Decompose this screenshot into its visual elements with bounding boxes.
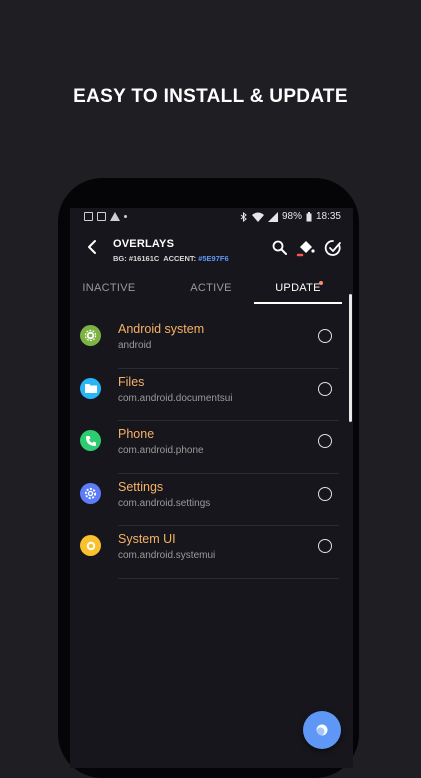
package-name: android xyxy=(118,340,152,351)
app-name: Android system xyxy=(118,322,205,336)
notification-dot xyxy=(319,281,323,285)
app-name: Phone xyxy=(118,427,155,441)
system-ui-icon xyxy=(80,535,101,556)
dot-icon xyxy=(124,215,127,218)
select-radio[interactable] xyxy=(318,486,332,501)
select-radio[interactable] xyxy=(318,434,332,448)
paint-bucket-icon[interactable] xyxy=(296,238,316,258)
select-all-icon[interactable] xyxy=(323,238,343,258)
status-bar: 98% 18:35 xyxy=(70,208,353,228)
list-item[interactable]: Phone com.android.phone xyxy=(70,421,353,474)
headline: EASY TO INSTALL & UPDATE xyxy=(73,86,348,107)
app-name: Files xyxy=(118,374,145,389)
wifi-icon xyxy=(251,212,264,222)
select-radio[interactable] xyxy=(318,381,332,396)
list-item[interactable]: Files com.android.documentsui xyxy=(70,369,353,421)
battery-icon xyxy=(306,211,312,221)
package-name: com.android.documentsui xyxy=(118,392,233,404)
list-item[interactable]: Settings com.android.settings xyxy=(70,474,353,526)
accent-value: #5E97F6 xyxy=(198,254,229,263)
folder-icon xyxy=(80,377,101,399)
tab-active[interactable]: ACTIVE xyxy=(166,282,256,294)
tab-bar: INACTIVE ACTIVE UPDATE xyxy=(70,274,353,304)
search-icon[interactable] xyxy=(270,238,290,258)
overlay-apply-icon xyxy=(316,724,328,736)
overlay-list: Android system android Files com.android… xyxy=(70,316,353,579)
back-arrow-icon[interactable] xyxy=(82,236,104,258)
theme-info: BG: #16161C ACCENT: #5E97F6 xyxy=(113,254,229,263)
tab-update[interactable]: UPDATE xyxy=(253,282,343,294)
list-item[interactable]: Android system android xyxy=(70,316,353,369)
image-icon xyxy=(84,212,93,221)
apply-fab[interactable] xyxy=(303,711,341,749)
select-radio[interactable] xyxy=(318,539,332,553)
signal-icon xyxy=(267,211,278,222)
app-name: Settings xyxy=(118,479,164,494)
bg-value: #16161C xyxy=(128,254,160,263)
list-item[interactable]: System UI com.android.systemui xyxy=(70,526,353,579)
battery-percent: 98% xyxy=(281,211,302,222)
bluetooth-icon xyxy=(240,211,247,222)
bg-label: BG: xyxy=(113,254,127,263)
android-system-icon xyxy=(80,325,101,346)
package-name: com.android.systemui xyxy=(118,550,216,561)
phone-screen: 98% 18:35 OVERLAYS BG: #16161C ACCENT: #… xyxy=(70,208,353,768)
select-radio[interactable] xyxy=(318,329,332,343)
gear-icon xyxy=(80,482,101,504)
drive-icon xyxy=(110,212,120,221)
tab-inactive[interactable]: INACTIVE xyxy=(70,282,154,294)
phone-icon xyxy=(80,430,101,451)
clock: 18:35 xyxy=(315,211,341,222)
divider xyxy=(118,577,339,579)
app-name: System UI xyxy=(118,532,176,546)
package-name: com.android.phone xyxy=(118,445,204,456)
package-name: com.android.settings xyxy=(118,497,211,509)
image-icon xyxy=(97,212,106,221)
page-title: OVERLAYS xyxy=(113,238,175,250)
tab-indicator xyxy=(254,302,342,304)
toolbar: OVERLAYS BG: #16161C ACCENT: #5E97F6 xyxy=(70,230,353,270)
accent-label: ACCENT: xyxy=(163,254,197,263)
